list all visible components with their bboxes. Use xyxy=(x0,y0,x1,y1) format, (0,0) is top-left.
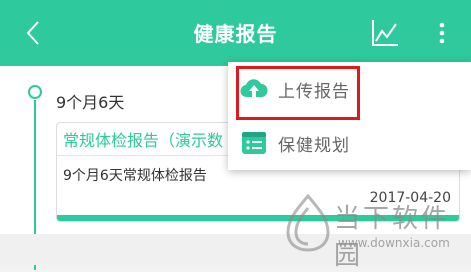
menu-item-health-plan[interactable]: 保健规划 xyxy=(228,116,471,170)
report-card-description: 9个月6天常规体检报告 xyxy=(63,168,207,184)
health-plan-icon xyxy=(242,132,266,154)
menu-item-label: 保健规划 xyxy=(278,136,350,156)
age-label: 9个月6天 xyxy=(56,93,125,112)
watermark-logo-icon xyxy=(286,193,330,252)
more-vertical-icon[interactable] xyxy=(432,20,452,46)
timeline-dot xyxy=(28,85,42,99)
watermark-url: www.downxia.com xyxy=(338,236,450,250)
report-card-title: 常规体检报告（演示数 xyxy=(63,131,224,150)
watermark: 当下软件园 www.downxia.com xyxy=(282,192,471,271)
watermark-text: 当下软件园 xyxy=(334,204,451,271)
highlight-box xyxy=(236,66,360,120)
page-title: 健康报告 xyxy=(193,22,278,46)
app-header: 健康报告 xyxy=(0,0,471,66)
trend-chart-icon[interactable] xyxy=(370,18,400,48)
